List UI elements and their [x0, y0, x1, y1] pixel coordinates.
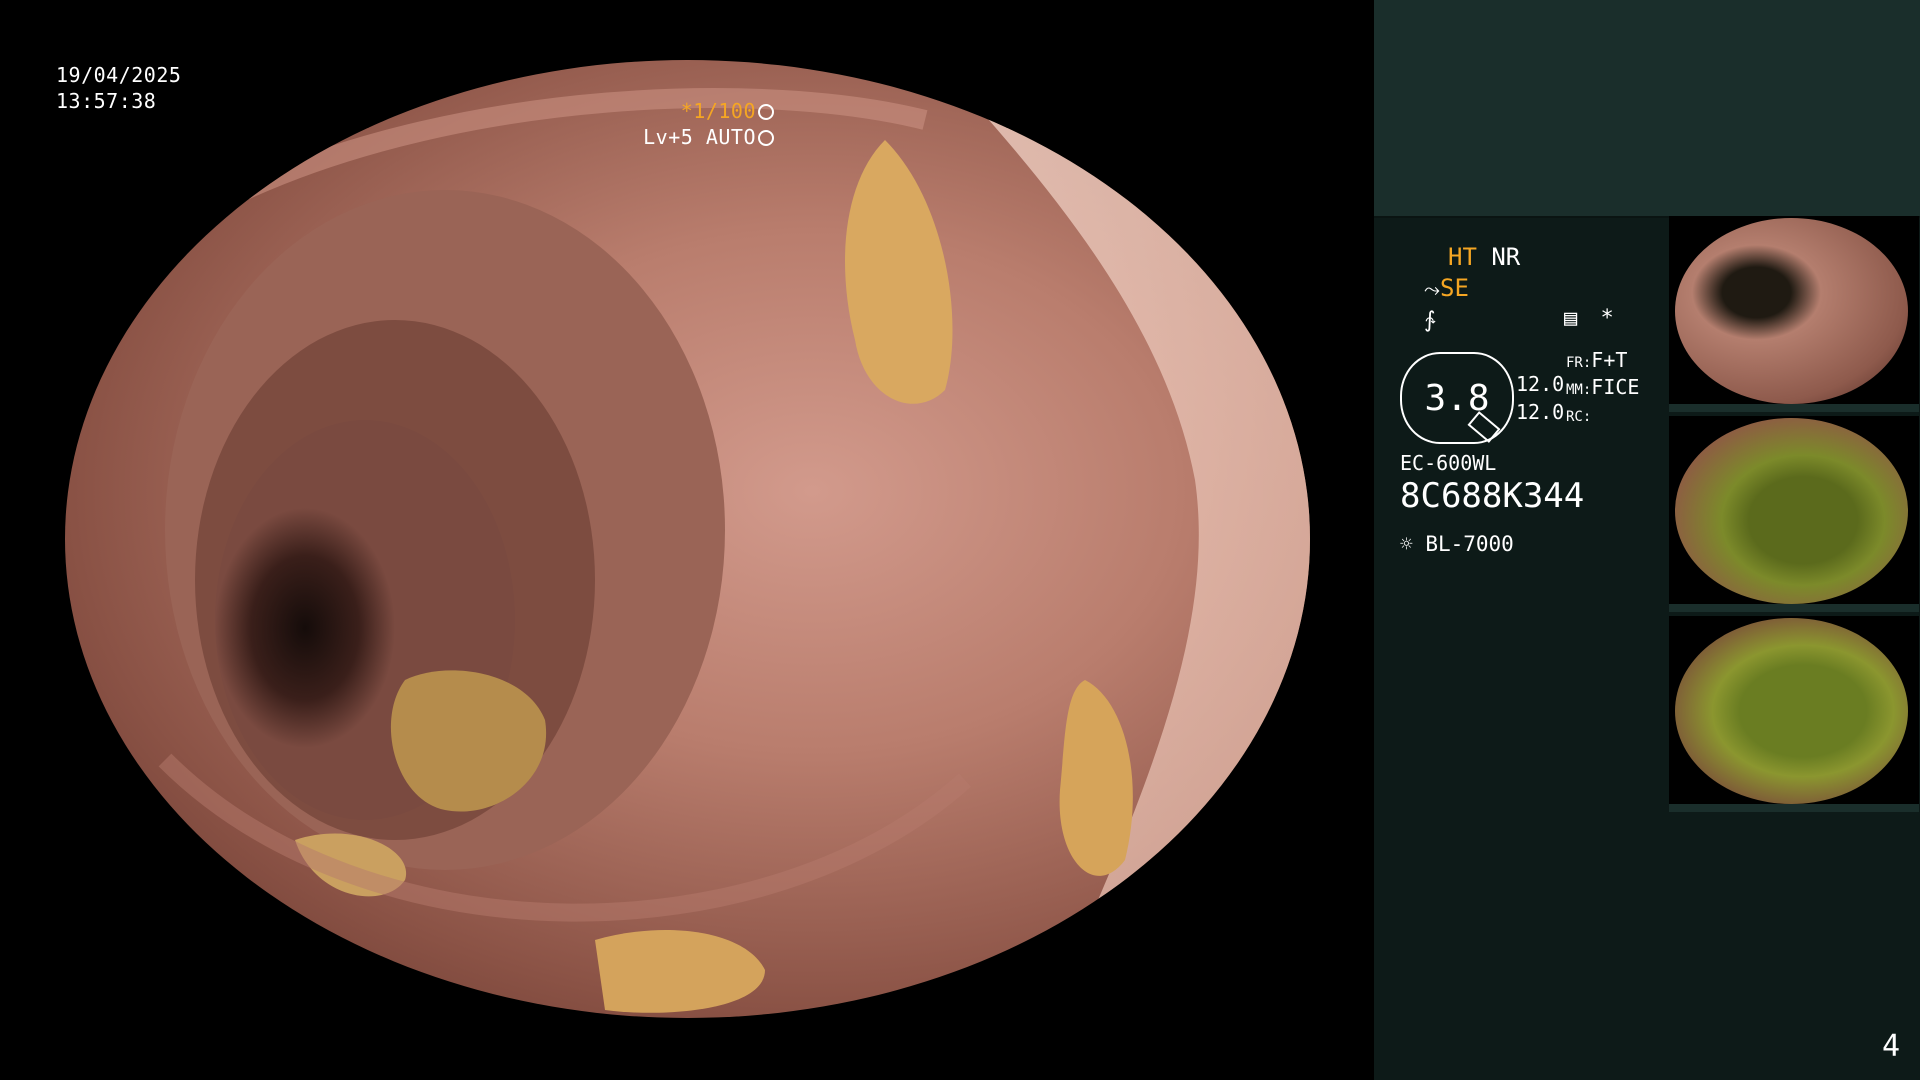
settings-icons: ▤ * — [1564, 305, 1614, 333]
stool-deposit-1 — [845, 140, 953, 404]
thumbnail-1[interactable] — [1669, 216, 1919, 412]
mode-nr: NR — [1491, 243, 1521, 271]
thumbnail-image — [1675, 218, 1908, 404]
thumbnail-2[interactable] — [1669, 416, 1919, 612]
enhancement-modes: HT NR ⤳SE ∱ — [1424, 243, 1520, 336]
processing-labels: FR:F+T MM:FICE RC: — [1566, 348, 1639, 429]
stool-deposit-4 — [1059, 680, 1133, 876]
timestamp: 19/04/2025 13:57:38 — [56, 62, 181, 114]
fr-value: F+T — [1591, 348, 1628, 372]
thumbnail-bar — [1669, 604, 1919, 612]
thumbnail-bar — [1669, 804, 1919, 812]
curve-icon: ⤳ — [1424, 277, 1440, 301]
thumbnail-image — [1675, 618, 1908, 804]
panel-header-area — [1374, 0, 1920, 218]
iris-icon — [758, 130, 774, 146]
mm-label: MM: — [1566, 382, 1592, 398]
value-1: 12.0 — [1516, 372, 1565, 396]
time-text: 13:57:38 — [56, 89, 157, 113]
page-number: 4 — [1881, 1029, 1900, 1064]
mode-ht: HT — [1448, 243, 1477, 271]
shutter-text: *1/100 — [680, 99, 756, 123]
mode-se: SE — [1440, 274, 1469, 302]
value-2: 12.0 — [1516, 400, 1565, 424]
settings-icon: ▤ — [1564, 306, 1578, 331]
date-text: 19/04/2025 — [56, 63, 182, 87]
rc-label: RC: — [1566, 409, 1592, 425]
exposure-info: *1/100 Lv+5 AUTO — [643, 98, 774, 150]
light-source: ☼ BL-7000 — [1400, 530, 1514, 558]
scope-model: EC-600WL — [1400, 451, 1497, 475]
light-icon: ☼ — [1400, 532, 1413, 556]
scope-serial: 8C688K344 — [1400, 476, 1585, 516]
thumbnail-bar — [1669, 404, 1919, 412]
fr-label: FR: — [1566, 355, 1592, 371]
iris-text: Lv+5 AUTO — [643, 125, 756, 149]
ratio-values: 12.0 12.0 — [1516, 370, 1564, 426]
thumbnail-image — [1675, 418, 1908, 604]
mm-value: FICE — [1591, 375, 1640, 399]
mucosa-highlight — [935, 60, 1310, 1018]
asterisk-icon: * — [1600, 306, 1614, 331]
thumbnail-3[interactable] — [1669, 616, 1919, 812]
stool-deposit-3 — [595, 930, 765, 1013]
endoscopic-image — [65, 60, 1310, 1018]
colon-lumen-illustration — [158, 60, 1310, 1018]
shutter-icon — [758, 104, 774, 120]
enhance-icon: ∱ — [1424, 308, 1436, 333]
endoscope-viewport: 19/04/2025 13:57:38 *1/100 Lv+5 AUTO — [0, 0, 1372, 1080]
light-source-text: BL-7000 — [1425, 532, 1514, 556]
zoom-ratio-box: 3.8 — [1400, 352, 1514, 444]
